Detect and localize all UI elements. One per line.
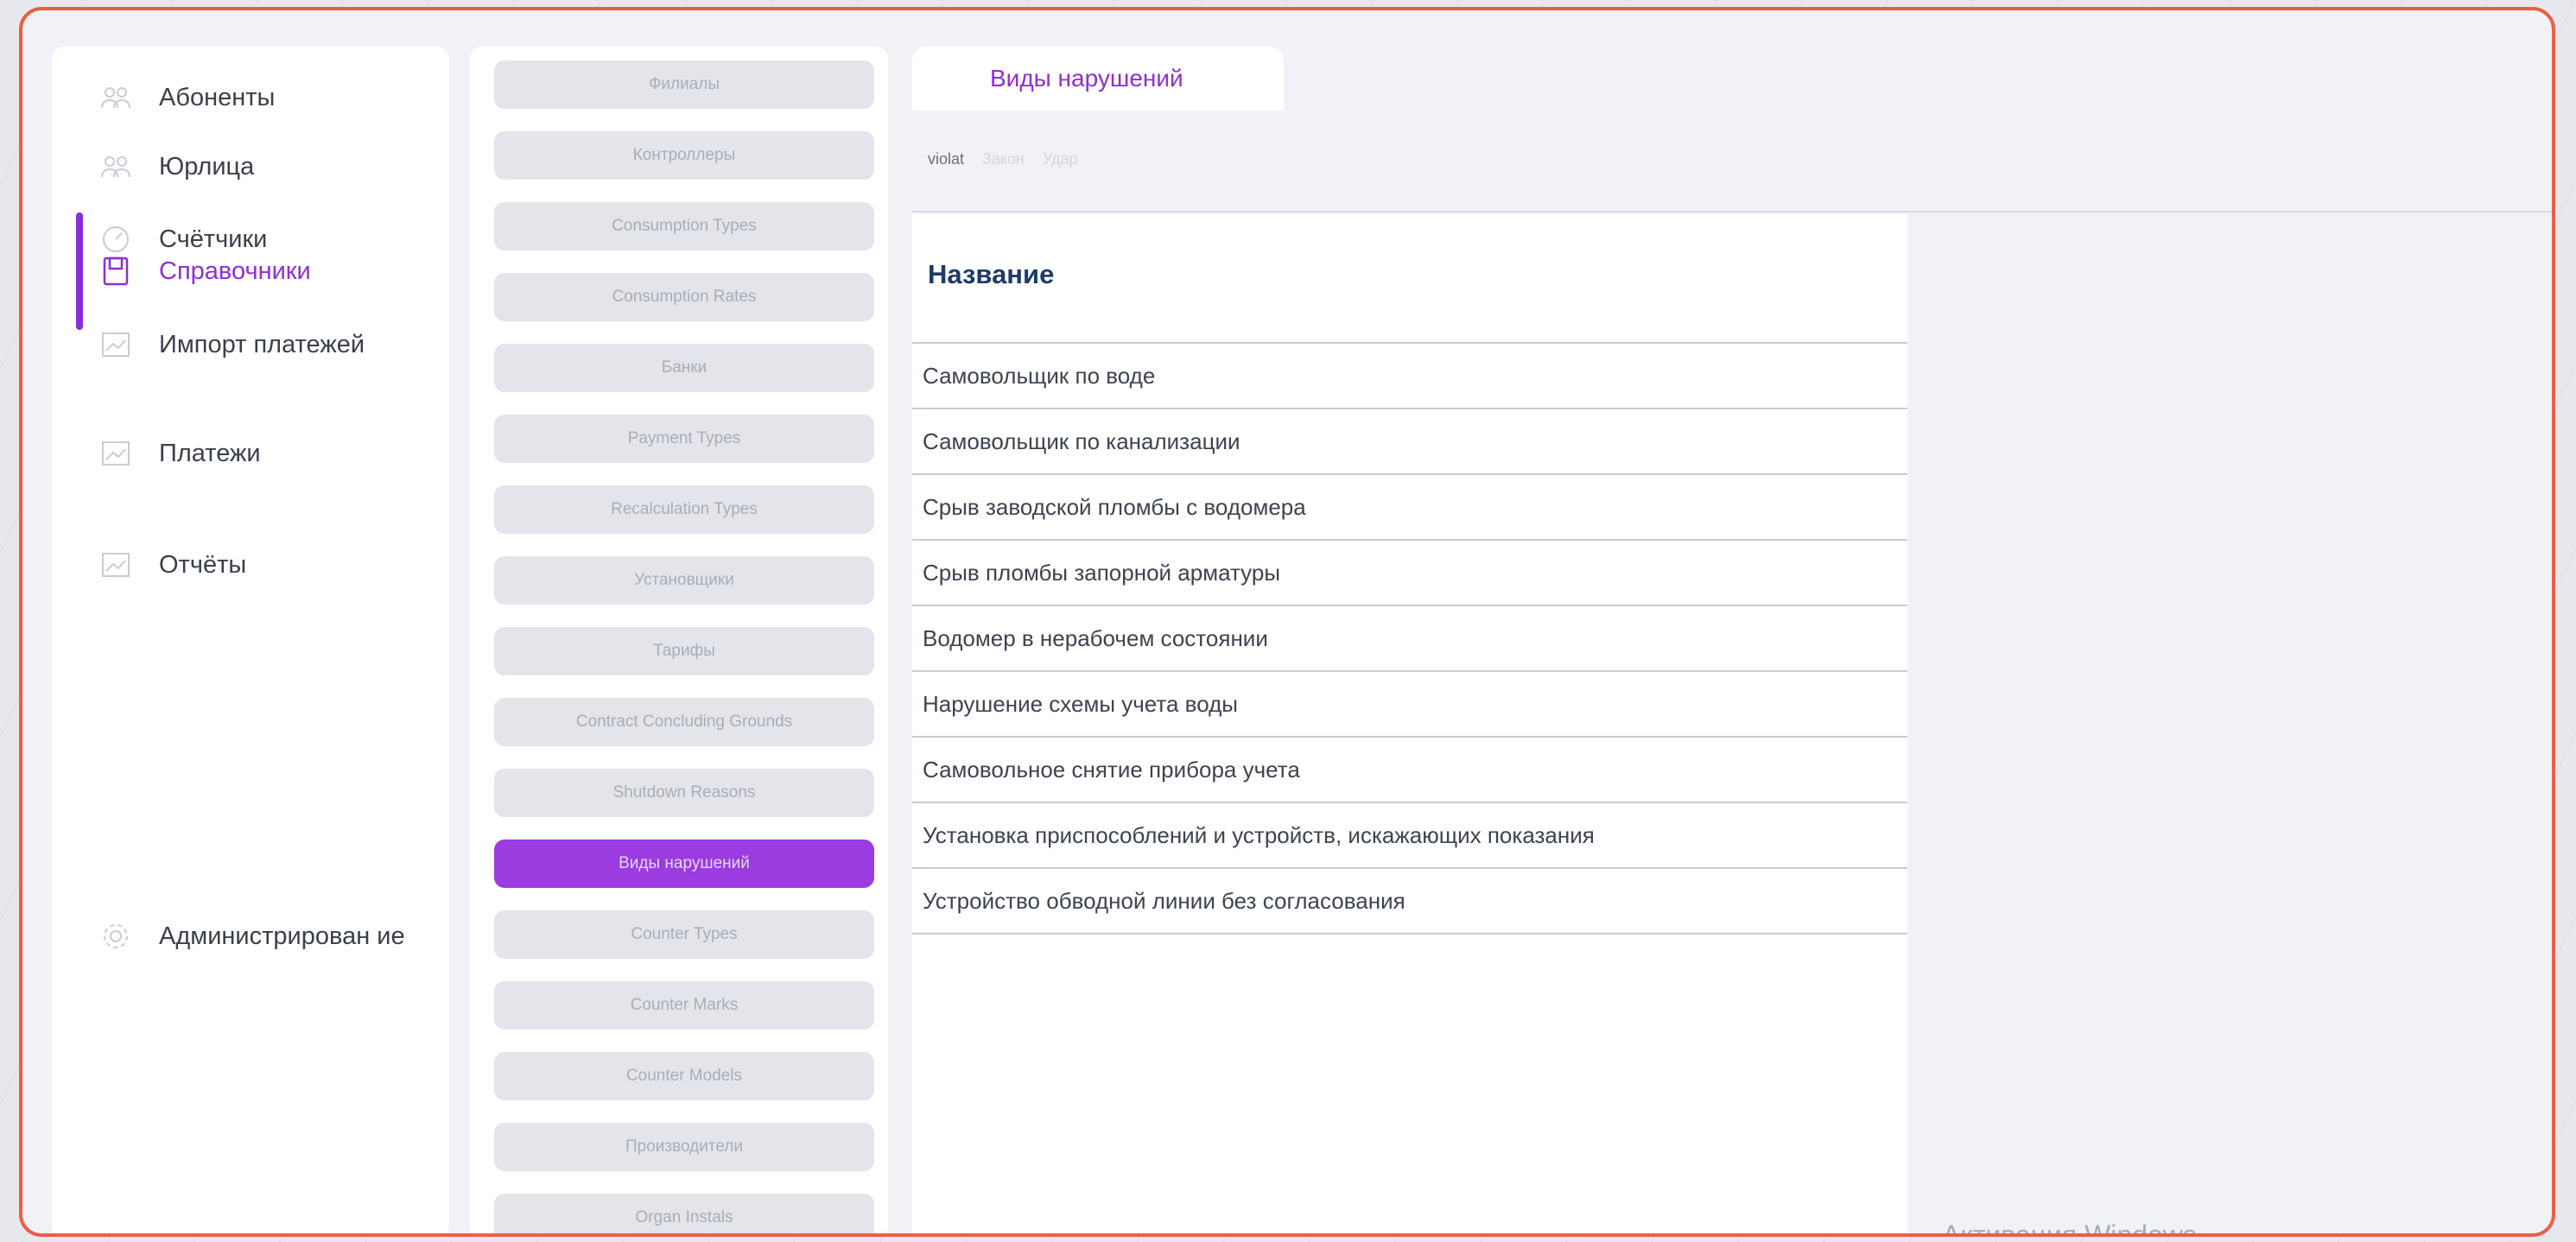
chart-icon	[98, 436, 133, 471]
ref-button-consumption-rates[interactable]: Consumption Rates	[494, 273, 874, 321]
users-icon	[98, 149, 133, 184]
sidebar-item-reports[interactable]: Отчёты	[52, 526, 449, 604]
cell-name: Самовольное снятие прибора учета	[923, 756, 1300, 783]
ref-button-manufacturers[interactable]: Производители	[494, 1123, 874, 1171]
ref-button-tariffs[interactable]: Тарифы	[494, 627, 874, 675]
cell-name: Нарушение схемы учета воды	[923, 690, 1238, 717]
language-switch: violat Закон Удар	[928, 150, 1092, 168]
ref-button-counter-models[interactable]: Counter Models	[494, 1052, 874, 1100]
app-window: Абоненты Юрлица Счётчики Справочники Имп	[19, 7, 2555, 1237]
cell-name: Установка приспособлений и устройств, ис…	[923, 821, 1595, 848]
cell-name: Самовольщик по канализации	[923, 428, 1240, 454]
references-list: Филиалы Контроллеры Consumption Types Co…	[470, 47, 888, 1233]
table-row[interactable]: Нарушение схемы учета воды	[912, 672, 1907, 738]
table-row[interactable]: Водомер в нерабочем состоянии	[912, 606, 1907, 672]
tab-label: Виды нарушений	[990, 65, 1183, 92]
ref-button-contract-grounds[interactable]: Contract Concluding Grounds	[494, 698, 874, 746]
cell-name: Срыв пломбы запорной арматуры	[923, 559, 1281, 586]
table-row[interactable]: Устройство обводной линии без согласован…	[912, 869, 1907, 935]
users-icon	[98, 80, 133, 115]
cell-name: Самовольщик по воде	[923, 362, 1156, 389]
cell-name: Срыв заводской пломбы с водомера	[923, 493, 1306, 520]
ref-button-banks[interactable]: Банки	[494, 344, 874, 392]
sidebar-item-references[interactable]: Справочники	[52, 232, 449, 310]
sidebar-item-payment-import[interactable]: Импорт платежей	[52, 306, 449, 383]
chart-icon	[98, 327, 133, 362]
sidebar-item-label: Отчёты	[159, 551, 247, 579]
tab-violation-types[interactable]: Виды нарушений	[912, 47, 1284, 111]
lang-option[interactable]: Закон	[982, 150, 1025, 168]
table-row[interactable]: Срыв заводской пломбы с водомера	[912, 475, 1907, 541]
sidebar-item-label: Импорт платежей	[159, 331, 365, 358]
column-header-name: Название	[928, 259, 1055, 289]
sidebar-item-administration[interactable]: Администрирован ие	[52, 895, 449, 978]
ref-button-shutdown-reasons[interactable]: Shutdown Reasons	[494, 769, 874, 817]
ref-button-violation-types[interactable]: Виды нарушений	[494, 840, 874, 888]
sidebar-item-label: Абоненты	[159, 84, 276, 111]
sidebar-item-label: Платежи	[159, 440, 261, 467]
cell-name: Устройство обводной линии без согласован…	[923, 887, 1405, 914]
table-row[interactable]: Самовольщик по канализации	[912, 409, 1907, 475]
table-row[interactable]: Срыв пломбы запорной арматуры	[912, 541, 1907, 606]
table-row[interactable]: Установка приспособлений и устройств, ис…	[912, 803, 1907, 869]
sidebar-item-legal-entities[interactable]: Юрлица	[52, 128, 449, 206]
sidebar-item-subscribers[interactable]: Абоненты	[52, 59, 449, 136]
gear-icon	[98, 919, 133, 954]
ref-button-recalculation-types[interactable]: Recalculation Types	[494, 485, 874, 534]
violations-table: Название Самовольщик по воде Самовольщик…	[912, 214, 1907, 1233]
lang-option[interactable]: violat	[928, 150, 964, 168]
cell-name: Водомер в нерабочем состоянии	[923, 624, 1268, 651]
ref-button-counter-marks[interactable]: Counter Marks	[494, 981, 874, 1030]
sidebar-item-label: Юрлица	[159, 153, 255, 181]
ref-button-controllers[interactable]: Контроллеры	[494, 131, 874, 180]
sidebar-item-label: Справочники	[159, 257, 311, 285]
lang-option[interactable]: Удар	[1043, 150, 1078, 168]
sidebar: Абоненты Юрлица Счётчики Справочники Имп	[52, 47, 449, 1233]
ref-button-counter-types[interactable]: Counter Types	[494, 910, 874, 959]
ref-button-branches[interactable]: Филиалы	[494, 60, 874, 109]
sidebar-item-label: Администрирован ие	[159, 922, 405, 950]
chart-icon	[98, 548, 133, 582]
ref-button-installers[interactable]: Установщики	[494, 556, 874, 605]
table-row[interactable]: Самовольщик по воде	[912, 344, 1907, 409]
table-row[interactable]: Самовольное снятие прибора учета	[912, 738, 1907, 803]
ref-button-payment-types[interactable]: Payment Types	[494, 415, 874, 463]
book-icon	[98, 254, 133, 288]
sidebar-item-payments[interactable]: Платежи	[52, 415, 449, 492]
divider	[912, 211, 2552, 212]
ref-button-organ-instals[interactable]: Organ Instals	[494, 1194, 874, 1233]
windows-activation-watermark: Активация Windows	[1942, 1220, 2197, 1237]
ref-button-consumption-types[interactable]: Consumption Types	[494, 202, 874, 250]
